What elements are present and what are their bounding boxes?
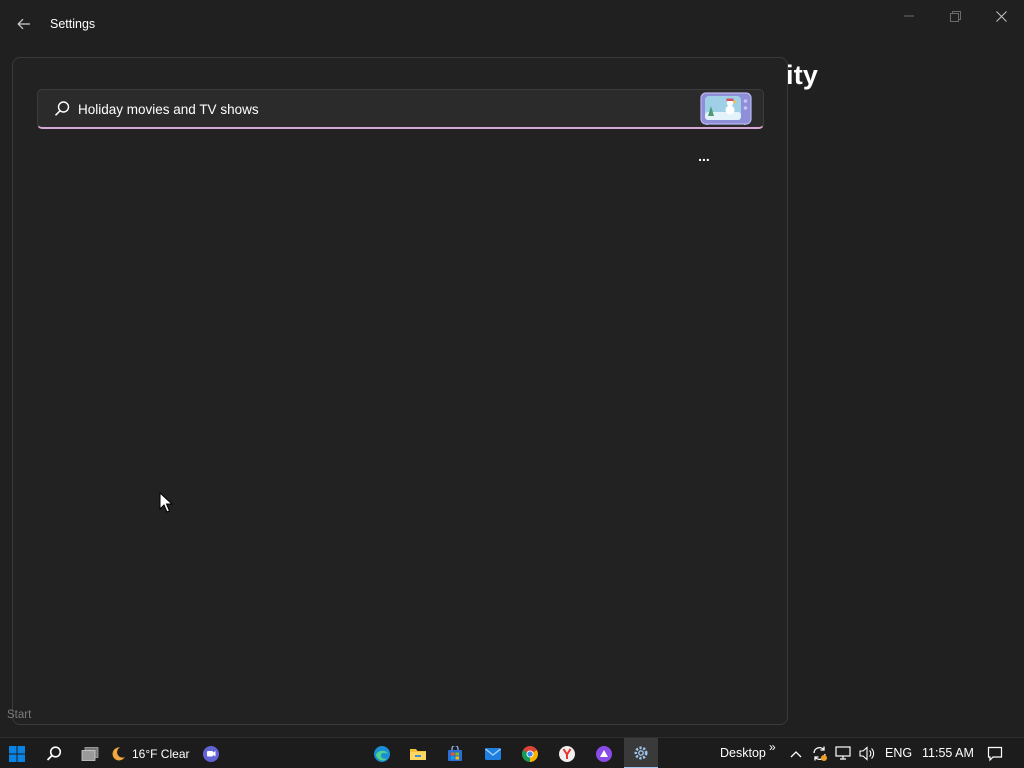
start-button[interactable]	[0, 738, 34, 768]
minimize-icon	[904, 15, 914, 17]
teams-chat-button[interactable]	[194, 738, 228, 768]
toolbar-overflow-chevron[interactable]: »	[769, 740, 776, 754]
edge-button[interactable]	[365, 738, 399, 768]
minimize-button[interactable]	[886, 0, 932, 32]
app-title: Settings	[50, 17, 96, 31]
input-language[interactable]: ENG	[885, 746, 912, 760]
weather-text: 16°F Clear	[132, 746, 190, 761]
settings-button[interactable]	[624, 738, 658, 768]
back-arrow-icon	[17, 18, 30, 30]
edge-icon	[374, 745, 390, 762]
task-view-button[interactable]	[73, 738, 107, 768]
store-button[interactable]	[438, 738, 472, 768]
mouse-cursor-icon	[159, 492, 173, 513]
volume-icon	[858, 746, 874, 761]
search-panel: ...	[12, 57, 788, 725]
weather-widget[interactable]: 16°F Clear	[110, 738, 194, 768]
notification-center-button[interactable]	[984, 738, 1006, 768]
windows-logo-icon	[9, 745, 25, 762]
mail-button[interactable]	[476, 738, 510, 768]
notification-icon	[987, 746, 1003, 761]
search-box[interactable]	[37, 89, 764, 129]
task-view-icon	[81, 746, 99, 761]
close-button[interactable]	[978, 0, 1024, 32]
title-bar: Settings	[0, 0, 1024, 48]
volume-button[interactable]	[856, 738, 878, 768]
page-heading-partial: ity	[786, 60, 819, 90]
purple-app-icon	[596, 745, 612, 762]
folder-icon	[410, 748, 426, 760]
store-icon	[448, 745, 462, 761]
search-icon	[54, 101, 70, 116]
yandex-icon	[559, 745, 575, 762]
sync-tray-button[interactable]	[808, 738, 830, 768]
network-icon	[834, 746, 851, 760]
desktop-toolbar-label[interactable]: Desktop	[720, 746, 766, 760]
search-input[interactable]	[78, 98, 638, 120]
teams-chat-icon	[203, 745, 219, 762]
maximize-button[interactable]	[932, 0, 978, 32]
more-options-button[interactable]: ...	[693, 149, 715, 166]
close-icon	[995, 10, 1007, 22]
moon-icon	[112, 746, 125, 760]
back-button[interactable]	[10, 10, 38, 38]
mail-icon	[485, 747, 501, 760]
search-icon	[46, 745, 62, 761]
chrome-icon	[522, 745, 538, 762]
sync-icon	[812, 746, 827, 761]
network-button[interactable]	[832, 738, 854, 768]
file-explorer-button[interactable]	[401, 738, 435, 768]
taskbar-search-button[interactable]	[37, 738, 71, 768]
start-tooltip: Start	[7, 709, 32, 721]
chevron-up-icon	[790, 750, 802, 757]
purple-app-button[interactable]	[587, 738, 621, 768]
settings-gear-icon	[634, 746, 648, 759]
clock[interactable]: 11:55 AM	[922, 746, 974, 760]
yandex-button[interactable]	[550, 738, 584, 768]
restore-icon	[949, 10, 961, 22]
show-hidden-icons-button[interactable]	[785, 738, 807, 768]
chrome-button[interactable]	[513, 738, 547, 768]
taskbar: 16°F Clear Desktop » ENG 11:55 AM	[0, 737, 1024, 768]
holiday-tv-illustration-icon	[700, 92, 752, 125]
